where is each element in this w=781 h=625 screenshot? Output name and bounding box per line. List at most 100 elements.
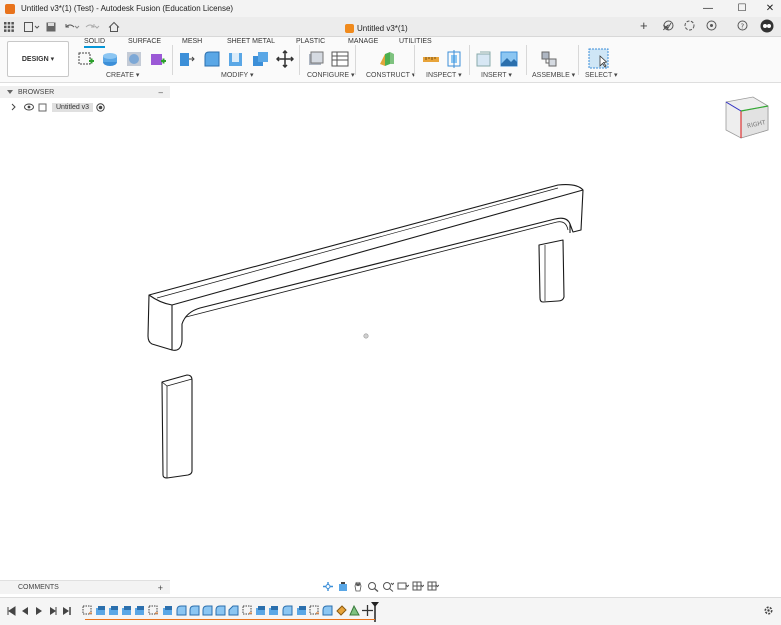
timeline-chamfer-icon[interactable] (228, 605, 239, 616)
timeline-extrude-icon[interactable] (296, 605, 307, 616)
timeline-fillet-icon[interactable] (322, 605, 333, 616)
assemble-group-label[interactable]: ASSEMBLE ▾ (532, 71, 575, 79)
job-status-icon[interactable] (684, 20, 695, 31)
timeline-fillet-icon[interactable] (176, 605, 187, 616)
configure-icon[interactable] (307, 50, 325, 68)
timeline-fillet-icon[interactable] (189, 605, 200, 616)
home-icon[interactable] (108, 20, 120, 34)
modify-group-label[interactable]: MODIFY ▾ (221, 71, 254, 79)
help-icon[interactable]: ? (737, 20, 748, 31)
tab-sheet-metal[interactable]: SHEET METAL (227, 38, 275, 45)
maximize-button[interactable]: ☐ (727, 0, 757, 17)
timeline-fillet-icon[interactable] (282, 605, 293, 616)
create-form-icon[interactable] (149, 50, 167, 68)
timeline-sketch-icon[interactable] (148, 605, 159, 616)
browser-panel-header[interactable]: BROWSER – (0, 86, 170, 98)
extrude-icon[interactable] (101, 50, 119, 68)
workspace-switcher-button[interactable]: DESIGN ▾ (7, 41, 69, 77)
timeline-extrude-icon[interactable] (162, 605, 173, 616)
pan-icon[interactable] (352, 581, 364, 592)
timeline-settings-gear-icon[interactable] (763, 605, 774, 616)
insert-image-icon[interactable] (500, 50, 518, 68)
viewports-icon[interactable] (427, 581, 439, 592)
combine-icon[interactable] (251, 50, 269, 68)
timeline-sketch-icon[interactable] (309, 605, 320, 616)
view-cube[interactable]: RIGHT (725, 96, 769, 139)
grid-snap-icon[interactable] (412, 581, 424, 592)
inspect-group-label[interactable]: INSPECT ▾ (426, 71, 462, 79)
file-menu-icon[interactable] (24, 20, 40, 34)
timeline-play-icon[interactable] (34, 606, 44, 616)
timeline-extrude-icon[interactable] (268, 605, 279, 616)
save-icon[interactable] (46, 20, 56, 34)
tab-solid[interactable]: SOLID (84, 38, 106, 48)
active-radio-icon[interactable] (96, 102, 105, 112)
measure-icon[interactable] (422, 50, 440, 68)
press-pull-icon[interactable] (178, 50, 196, 68)
expand-arrow-icon[interactable] (10, 103, 17, 111)
orbit-icon[interactable] (322, 581, 334, 592)
tab-manage[interactable]: MANAGE (348, 38, 378, 45)
timeline-extrude-icon[interactable] (108, 605, 119, 616)
display-settings-icon[interactable] (397, 581, 409, 592)
app-grid-icon[interactable] (4, 20, 14, 34)
timeline-next-icon[interactable] (48, 606, 58, 616)
data-panel-icon[interactable] (663, 20, 674, 31)
undo-icon[interactable] (64, 20, 80, 34)
tab-mesh[interactable]: MESH (182, 38, 202, 45)
user-avatar-icon[interactable] (760, 19, 774, 33)
revolve-icon[interactable] (125, 50, 143, 68)
tab-utilities[interactable]: UTILITIES (399, 38, 432, 45)
notifications-icon[interactable] (706, 20, 717, 31)
configuration-table-icon[interactable] (331, 50, 349, 68)
frame-top-bar[interactable] (147, 184, 584, 351)
create-group-label[interactable]: CREATE ▾ (106, 71, 139, 79)
minimize-button[interactable]: — (693, 0, 723, 17)
construct-group-label[interactable]: CONSTRUCT ▾ (366, 71, 415, 79)
tab-surface[interactable]: SURFACE (128, 38, 161, 45)
tab-plastic[interactable]: PLASTIC (296, 38, 325, 45)
section-analysis-icon[interactable] (445, 50, 463, 68)
shell-icon[interactable] (227, 50, 245, 68)
frame-right-leg[interactable] (538, 239, 565, 303)
zoom-window-icon[interactable] (382, 581, 394, 592)
visibility-eye-icon[interactable] (24, 103, 34, 111)
create-sketch-icon[interactable] (77, 50, 95, 68)
move-copy-icon[interactable] (276, 50, 294, 68)
timeline-first-icon[interactable] (6, 606, 16, 616)
browser-collapse-button[interactable]: – (159, 88, 163, 97)
timeline-sketch-icon[interactable] (82, 605, 93, 616)
timeline-construction-icon[interactable] (349, 605, 360, 616)
collapse-arrow-icon[interactable] (6, 88, 14, 96)
new-component-icon[interactable] (540, 50, 558, 68)
timeline-fillet-icon[interactable] (202, 605, 213, 616)
timeline-fillet-icon[interactable] (215, 605, 226, 616)
select-icon[interactable] (588, 48, 609, 69)
insert-derive-icon[interactable] (475, 50, 493, 68)
timeline-extrude-icon[interactable] (134, 605, 145, 616)
detached-leg-body[interactable] (161, 374, 193, 479)
zoom-icon[interactable] (367, 581, 379, 592)
timeline-last-icon[interactable] (62, 606, 72, 616)
add-comment-button[interactable]: + (158, 583, 163, 593)
canvas-viewport[interactable]: RIGHT (0, 84, 781, 596)
timeline-sketch-icon[interactable] (242, 605, 253, 616)
comments-panel[interactable]: COMMENTS + (0, 580, 170, 594)
browser-root-label[interactable]: Untitled v3 (52, 102, 94, 112)
timeline-previous-icon[interactable] (20, 606, 30, 616)
document-tab[interactable]: Untitled v3*(1) ✕ (345, 19, 670, 37)
fillet-icon[interactable] (203, 50, 221, 68)
timeline-extrude-icon[interactable] (121, 605, 132, 616)
redo-icon[interactable] (84, 20, 100, 34)
timeline-appearance-icon[interactable] (336, 605, 347, 616)
insert-group-label[interactable]: INSERT ▾ (481, 71, 512, 79)
timeline-extrude-icon[interactable] (255, 605, 266, 616)
close-window-button[interactable]: ✕ (755, 0, 781, 17)
select-group-label[interactable]: SELECT ▾ (585, 71, 618, 79)
look-at-icon[interactable] (337, 581, 349, 592)
configure-group-label[interactable]: CONFIGURE ▾ (307, 71, 354, 79)
offset-plane-icon[interactable] (377, 50, 395, 68)
new-tab-button[interactable]: + (640, 18, 648, 33)
browser-root-item[interactable]: Untitled v3 (10, 101, 105, 113)
timeline-extrude-icon[interactable] (95, 605, 106, 616)
